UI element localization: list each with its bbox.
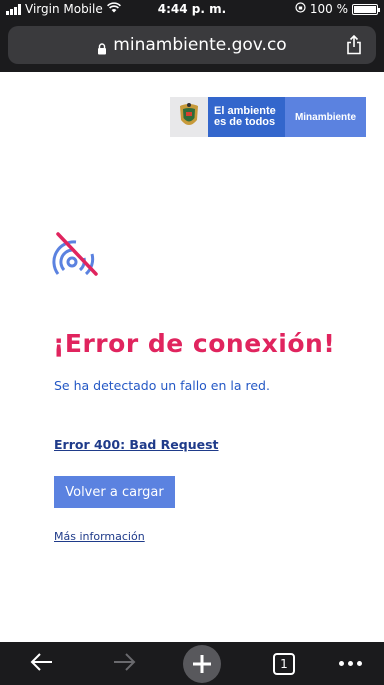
brand-name: Minambiente <box>285 97 366 137</box>
share-icon[interactable] <box>346 34 362 60</box>
back-button[interactable] <box>22 642 62 685</box>
battery-icon <box>352 3 380 15</box>
plus-icon <box>183 644 221 683</box>
brand-slogan: El ambiente es de todos <box>208 106 276 128</box>
tab-count: 1 <box>273 652 295 675</box>
forward-button[interactable] <box>104 642 144 685</box>
reload-button[interactable]: Volver a cargar <box>54 476 175 508</box>
url-text: minambiente.gov.co <box>113 35 287 55</box>
error-description: Se ha detectado un fallo en la red. <box>54 378 270 393</box>
brand-slogan-line2: es de todos <box>214 116 276 128</box>
tabs-button[interactable]: 1 <box>264 642 304 685</box>
more-menu-button[interactable] <box>330 642 370 685</box>
lock-icon <box>97 40 107 55</box>
error-title: ¡Error de conexión! <box>53 329 336 358</box>
status-bar: Virgin Mobile 4:44 p. m. 100 % <box>0 0 384 18</box>
battery-percent: 100 % <box>309 2 348 16</box>
arrow-right-icon <box>112 652 136 676</box>
browser-chrome-top: Virgin Mobile 4:44 p. m. 100 % minambien… <box>0 0 384 72</box>
coat-of-arms-icon <box>170 97 208 137</box>
no-signal-icon <box>52 228 104 284</box>
more-info-link[interactable]: Más información <box>54 530 145 543</box>
browser-toolbar: 1 <box>0 642 384 685</box>
brand-slogan-block: El ambiente es de todos <box>170 97 285 137</box>
arrow-left-icon <box>30 652 54 676</box>
error-code-link[interactable]: Error 400: Bad Request <box>54 437 219 452</box>
brand-badge: El ambiente es de todos Minambiente <box>170 97 366 137</box>
status-bar-right: 100 % <box>295 2 380 16</box>
new-tab-button[interactable] <box>180 642 224 685</box>
rotation-lock-icon <box>295 2 306 16</box>
more-dots-icon <box>338 661 362 666</box>
address-bar[interactable]: minambiente.gov.co <box>8 26 376 64</box>
